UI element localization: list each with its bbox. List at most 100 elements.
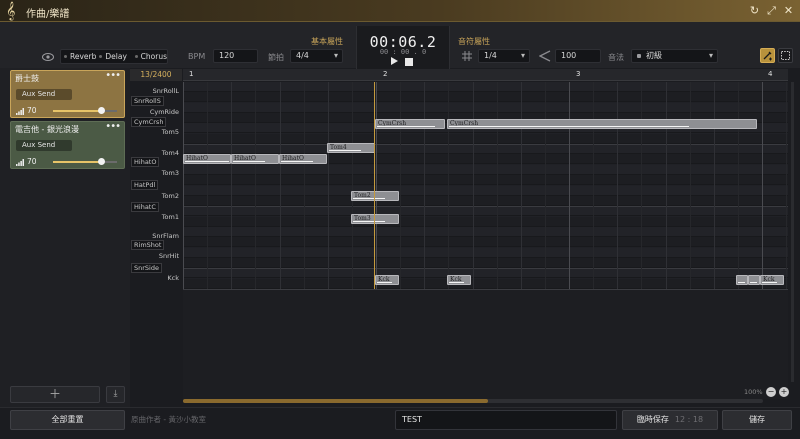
more-icon[interactable]: •••: [105, 121, 121, 132]
vertical-scrollbar[interactable]: [791, 82, 794, 382]
pencil-tool-icon[interactable]: [760, 48, 775, 63]
note-kck[interactable]: [736, 275, 748, 285]
grid-row: [183, 195, 788, 206]
track-volume: 70: [27, 106, 37, 115]
song-title-input[interactable]: TEST: [395, 410, 617, 430]
position-indicator: 13/2400: [130, 69, 182, 81]
instrument-label: CymRide: [149, 108, 179, 116]
instrument-label: Kck: [167, 274, 179, 282]
grid-row: [183, 92, 788, 103]
band-separator: [183, 268, 788, 269]
grid-row: [183, 164, 788, 175]
reverb-toggle[interactable]: Reverb: [61, 50, 96, 63]
instrument-label: RimShot: [131, 240, 165, 250]
grid-select[interactable]: 1/4: [478, 49, 530, 63]
temp-save-time: 12 : 18: [674, 415, 704, 424]
note-cymcrsh[interactable]: CymCrsh: [375, 119, 445, 129]
grid-row: [183, 247, 788, 258]
instrument-label: HihatO: [131, 157, 160, 167]
grid-row: [183, 185, 788, 196]
pitch-value: 初級: [646, 51, 662, 60]
fullscreen-icon[interactable]: ⤢: [765, 4, 778, 17]
volume-bars-icon: [16, 159, 24, 166]
square-bullet-icon: [637, 54, 641, 58]
empty-track-area: [183, 289, 788, 399]
select-tool-icon[interactable]: [778, 48, 793, 63]
pitch-label: 音法: [608, 53, 624, 62]
save-button[interactable]: 儲存: [722, 410, 792, 430]
note-cymcrsh[interactable]: CymCrsh: [447, 119, 757, 129]
note-kck[interactable]: Kck: [760, 275, 784, 285]
grid-row: [183, 216, 788, 227]
bpm-input[interactable]: 120: [213, 49, 258, 63]
bpm-label: BPM: [188, 52, 206, 61]
instrument-label: Tom3: [161, 169, 179, 177]
instrument-label: HihatC: [131, 202, 159, 212]
note-hihato[interactable]: HihatO: [183, 154, 231, 164]
grid-row: [183, 133, 788, 144]
close-icon[interactable]: ✕: [782, 4, 795, 17]
volume-slider[interactable]: [53, 158, 117, 165]
meter-select[interactable]: 4/4: [290, 49, 343, 63]
instrument-label: SnrRollL: [152, 87, 179, 95]
note-kck[interactable]: Kck: [447, 275, 471, 285]
eye-icon[interactable]: [42, 52, 54, 62]
meter-label: 節拍: [268, 53, 284, 62]
volume-slider-fill: [53, 161, 101, 163]
instrument-label: Tom4: [161, 149, 179, 157]
chorus-toggle[interactable]: Chorus: [132, 50, 167, 63]
grid-line: [351, 82, 353, 289]
grid-line: [569, 82, 570, 289]
velocity-input[interactable]: 100: [555, 49, 601, 63]
note-tom3[interactable]: Tom3: [351, 214, 399, 224]
aux-send-button[interactable]: Aux Send: [16, 140, 72, 151]
grid-line: [544, 82, 546, 289]
window-title: 作曲/樂譜: [26, 9, 70, 20]
grid-line: [737, 82, 739, 289]
volume-slider[interactable]: [53, 107, 117, 114]
stop-icon[interactable]: [405, 58, 413, 66]
note-tom4[interactable]: Tom4: [327, 143, 375, 153]
download-icon[interactable]: ⤓: [106, 386, 125, 403]
zoom-out-button[interactable]: −: [766, 387, 776, 397]
grid-line: [496, 82, 498, 289]
grid-line: [303, 82, 305, 289]
grid-icon: [462, 51, 472, 61]
note-kck[interactable]: [748, 275, 760, 285]
grid-line: [713, 82, 715, 289]
velocity-icon: [539, 50, 551, 62]
note-properties-header: 音符屬性: [458, 37, 490, 46]
band-separator: [183, 144, 788, 145]
scrollbar-thumb[interactable]: [183, 399, 488, 403]
grid-line: [255, 82, 257, 289]
more-icon[interactable]: •••: [105, 70, 121, 81]
zoom-in-button[interactable]: +: [779, 387, 789, 397]
volume-slider-knob[interactable]: [97, 107, 105, 114]
temp-save-button[interactable]: 臨時保存 12 : 18: [622, 410, 718, 430]
add-track-button[interactable]: ＋: [10, 386, 100, 403]
drum-grid[interactable]: CymCrsh CymCrsh Tom4 HihatO HihatO Hihat…: [183, 82, 788, 289]
grid-line: [786, 82, 788, 289]
aux-send-button[interactable]: Aux Send: [16, 89, 72, 100]
pitch-select[interactable]: 初級: [631, 49, 718, 63]
grid-line: [520, 82, 522, 289]
note-tom2[interactable]: Tom2: [351, 191, 399, 201]
note-hihato[interactable]: HihatO: [279, 154, 327, 164]
bar-marker: 4: [768, 70, 773, 78]
track-card-drums[interactable]: 爵士鼓 ••• Aux Send 70: [10, 70, 125, 118]
grid-line: [689, 82, 691, 289]
track-card-guitar[interactable]: 電吉他 - 銀光浪漫 ••• Aux Send 70: [10, 121, 125, 169]
delay-toggle[interactable]: Delay: [96, 50, 131, 63]
note-hihato[interactable]: HihatO: [231, 154, 279, 164]
grid-row: [183, 237, 788, 248]
horizontal-scrollbar[interactable]: [183, 399, 763, 403]
volume-slider-knob[interactable]: [97, 158, 105, 165]
grid-line: [641, 82, 643, 289]
note-kck[interactable]: Kck: [375, 275, 399, 285]
playhead[interactable]: [374, 82, 375, 289]
reset-all-button[interactable]: 全部重置: [10, 410, 125, 430]
play-icon[interactable]: [391, 57, 398, 65]
basic-properties-header: 基本屬性: [311, 37, 343, 46]
track-name: 爵士鼓: [15, 74, 39, 83]
refresh-icon[interactable]: ↻: [748, 4, 761, 17]
